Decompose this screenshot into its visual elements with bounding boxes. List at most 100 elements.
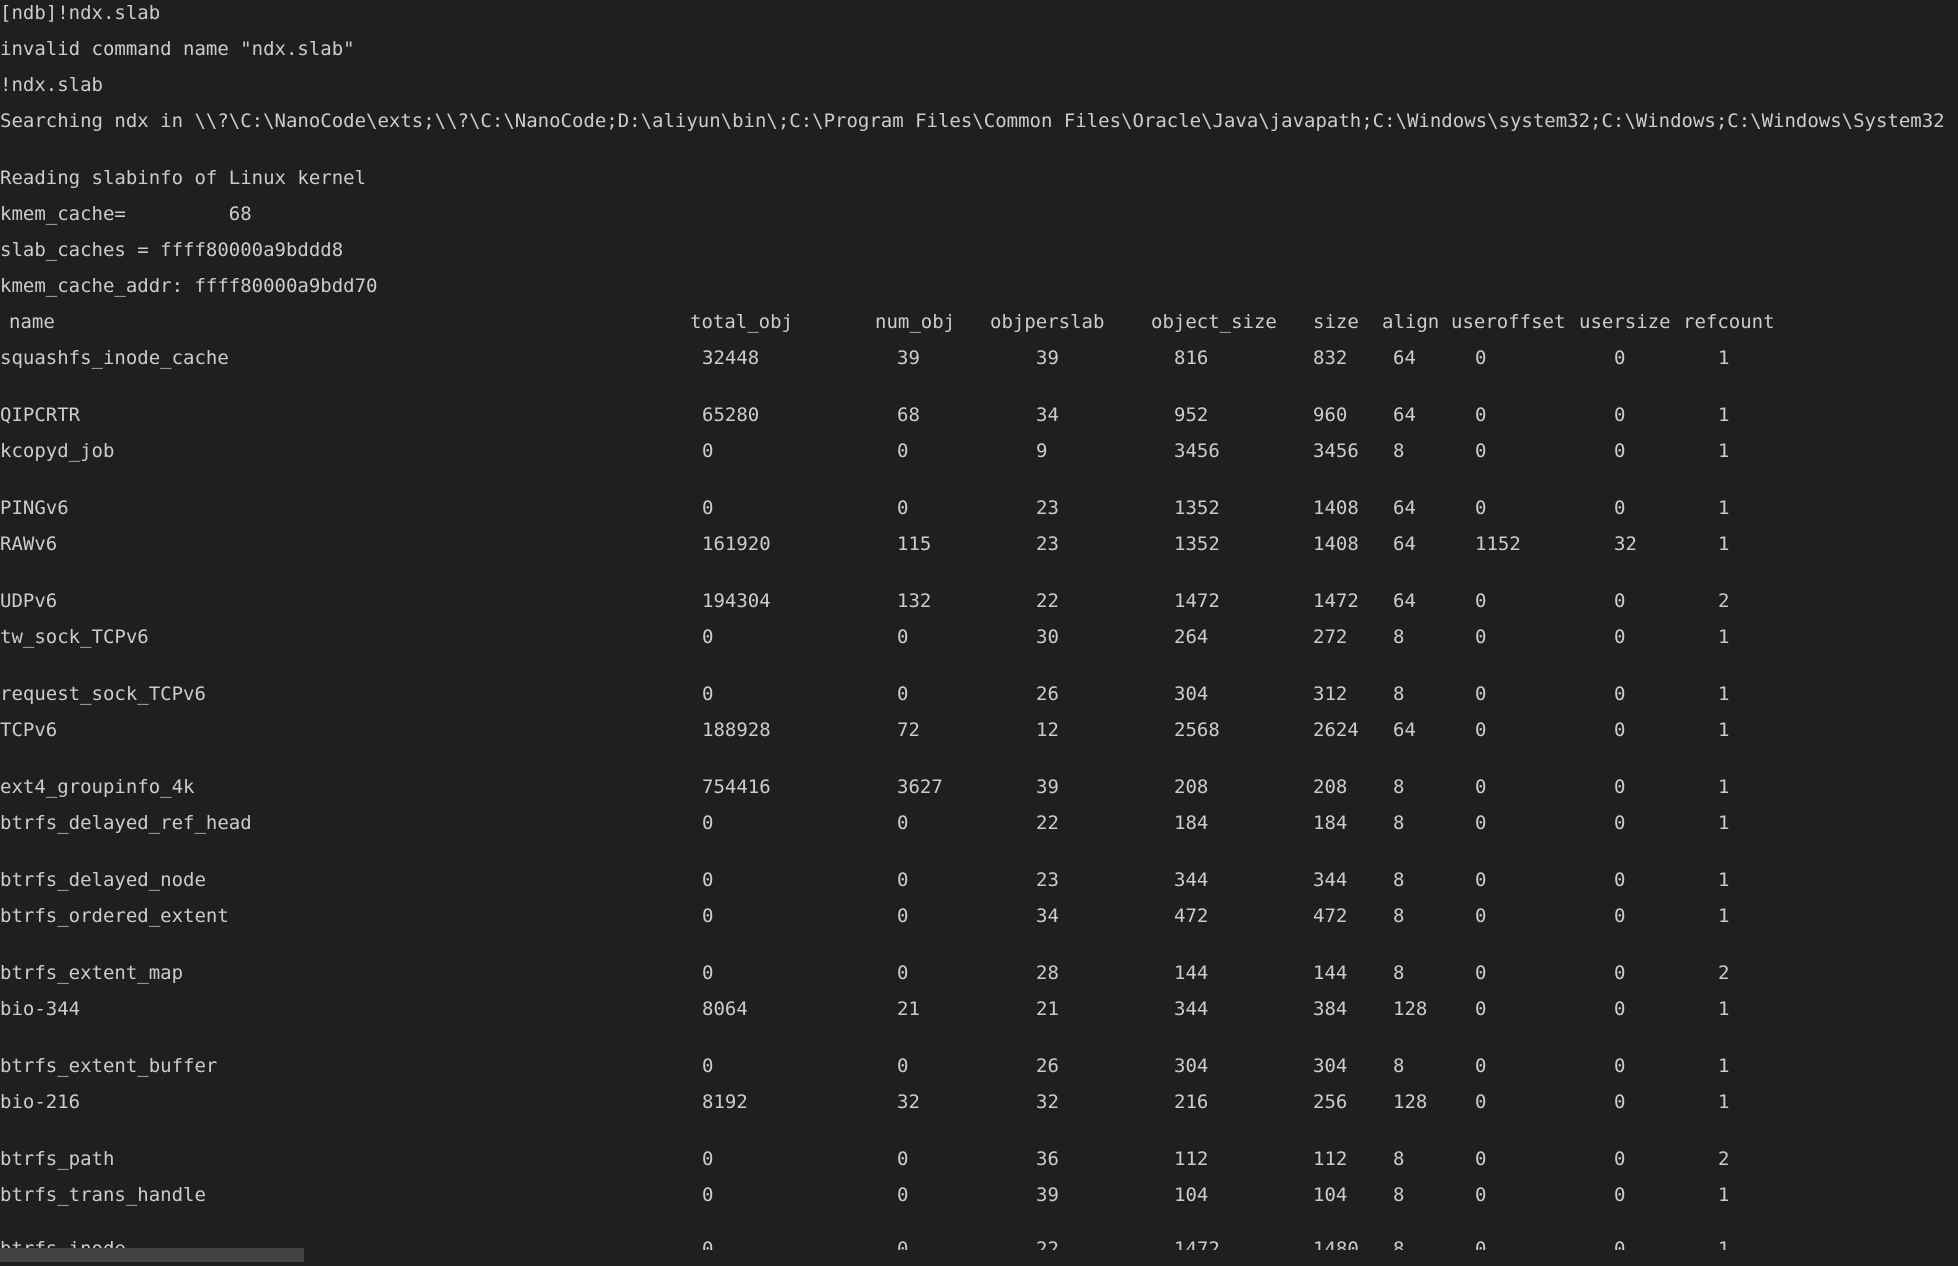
cell-name: RAWv6 — [0, 533, 58, 555]
table-row: btrfs_extent_buffer 0 0 26 304 304 8 0 0 1 — [0, 1053, 1958, 1079]
cell-align: 8 — [1393, 1148, 1405, 1170]
cell-name: btrfs_extent_map — [0, 962, 184, 984]
cell-useroffset: 0 — [1475, 1055, 1487, 1077]
cell-size: 472 — [1313, 905, 1348, 927]
cell-usersize: 0 — [1614, 683, 1626, 705]
cell-objperslab: 30 — [1036, 626, 1059, 648]
cell-align: 8 — [1393, 1184, 1405, 1206]
cell-object-size: 1352 — [1174, 533, 1220, 555]
cell-useroffset: 0 — [1475, 1091, 1487, 1113]
cell-refcount: 1 — [1718, 1184, 1730, 1206]
cell-usersize: 0 — [1614, 404, 1626, 426]
cell-usersize: 0 — [1614, 812, 1626, 834]
header-objperslab: objperslab — [990, 311, 1105, 333]
header-refcount: refcount — [1683, 311, 1775, 333]
cell-object-size: 816 — [1174, 347, 1209, 369]
cell-objperslab: 26 — [1036, 1055, 1059, 1077]
cell-name: btrfs_trans_handle — [0, 1184, 206, 1206]
cell-align: 8 — [1393, 905, 1405, 927]
cell-num-obj: 3627 — [897, 776, 943, 798]
cell-num-obj: 0 — [897, 497, 909, 519]
search-path-line: Searching ndx in \\?\C:\NanoCode\exts;\\… — [0, 110, 1945, 132]
cell-align: 64 — [1393, 590, 1416, 612]
cell-usersize: 0 — [1614, 962, 1626, 984]
kmem-cache-line: kmem_cache= 68 — [0, 203, 252, 225]
cell-useroffset: 0 — [1475, 869, 1487, 891]
cell-size: 272 — [1313, 626, 1348, 648]
header-size: size — [1313, 311, 1359, 333]
cell-object-size: 216 — [1174, 1091, 1209, 1113]
table-row: tw_sock_TCPv6 0 0 30 264 272 8 0 0 1 — [0, 624, 1958, 650]
cell-refcount: 1 — [1718, 533, 1730, 555]
table-row: btrfs_path 0 0 36 112 112 8 0 0 2 — [0, 1146, 1958, 1172]
cell-useroffset: 0 — [1475, 1148, 1487, 1170]
cell-num-obj: 0 — [897, 905, 909, 927]
cell-total-obj: 32448 — [702, 347, 760, 369]
cell-total-obj: 0 — [702, 440, 714, 462]
cell-objperslab: 28 — [1036, 962, 1059, 984]
table-row: kcopyd_job 0 0 9 3456 3456 8 0 0 1 — [0, 438, 1958, 464]
cell-refcount: 2 — [1718, 1148, 1730, 1170]
cell-usersize: 0 — [1614, 1091, 1626, 1113]
cell-total-obj: 188928 — [702, 719, 771, 741]
cell-refcount: 1 — [1718, 776, 1730, 798]
cell-name: QIPCRTR — [0, 404, 81, 426]
cell-object-size: 3456 — [1174, 440, 1220, 462]
cell-refcount: 1 — [1718, 683, 1730, 705]
cell-object-size: 1352 — [1174, 497, 1220, 519]
cell-total-obj: 0 — [702, 962, 714, 984]
cell-align: 8 — [1393, 869, 1405, 891]
cell-num-obj: 0 — [897, 626, 909, 648]
cell-useroffset: 0 — [1475, 347, 1487, 369]
cell-num-obj: 0 — [897, 962, 909, 984]
cell-align: 64 — [1393, 347, 1416, 369]
cell-align: 8 — [1393, 962, 1405, 984]
terminal-output[interactable]: [ndb]!ndx.slab invalid command name "ndx… — [0, 0, 1958, 1266]
cell-object-size: 344 — [1174, 998, 1209, 1020]
cell-name: btrfs_path — [0, 1148, 115, 1170]
cell-total-obj: 8064 — [702, 998, 748, 1020]
cell-object-size: 472 — [1174, 905, 1209, 927]
cell-total-obj: 0 — [702, 497, 714, 519]
cell-align: 8 — [1393, 626, 1405, 648]
cell-usersize: 0 — [1614, 776, 1626, 798]
cell-size: 384 — [1313, 998, 1348, 1020]
cell-object-size: 264 — [1174, 626, 1209, 648]
cell-num-obj: 32 — [897, 1091, 920, 1113]
header-useroffset: useroffset — [1451, 311, 1566, 333]
cell-useroffset: 0 — [1475, 905, 1487, 927]
horizontal-scrollbar-thumb[interactable] — [0, 1248, 304, 1262]
cell-object-size: 2568 — [1174, 719, 1220, 741]
cell-size: 184 — [1313, 812, 1348, 834]
cell-total-obj: 0 — [702, 869, 714, 891]
cell-object-size: 184 — [1174, 812, 1209, 834]
cell-refcount: 1 — [1718, 626, 1730, 648]
cell-objperslab: 21 — [1036, 998, 1059, 1020]
cell-total-obj: 194304 — [702, 590, 771, 612]
cell-objperslab: 9 — [1036, 440, 1048, 462]
header-total-obj: total_obj — [690, 311, 793, 333]
cell-name: bio-344 — [0, 998, 81, 1020]
cell-size: 144 — [1313, 962, 1348, 984]
table-row: UDPv6 194304 132 22 1472 1472 64 0 0 2 — [0, 588, 1958, 614]
cell-objperslab: 39 — [1036, 1184, 1059, 1206]
cell-object-size: 104 — [1174, 1184, 1209, 1206]
cell-objperslab: 26 — [1036, 683, 1059, 705]
cell-objperslab: 34 — [1036, 404, 1059, 426]
table-row: btrfs_ordered_extent 0 0 34 472 472 8 0 0 1 — [0, 903, 1958, 929]
cell-num-obj: 0 — [897, 869, 909, 891]
cell-total-obj: 65280 — [702, 404, 760, 426]
cell-object-size: 208 — [1174, 776, 1209, 798]
cell-usersize: 0 — [1614, 497, 1626, 519]
cell-name: PINGv6 — [0, 497, 69, 519]
cell-useroffset: 0 — [1475, 812, 1487, 834]
cell-usersize: 0 — [1614, 590, 1626, 612]
cell-object-size: 112 — [1174, 1148, 1209, 1170]
cell-num-obj: 21 — [897, 998, 920, 1020]
cell-useroffset: 0 — [1475, 1184, 1487, 1206]
cell-num-obj: 0 — [897, 1055, 909, 1077]
cell-objperslab: 22 — [1036, 812, 1059, 834]
cell-name: btrfs_delayed_ref_head — [0, 812, 252, 834]
cell-size: 304 — [1313, 1055, 1348, 1077]
table-row: bio-344 8064 21 21 344 384 128 0 0 1 — [0, 996, 1958, 1022]
